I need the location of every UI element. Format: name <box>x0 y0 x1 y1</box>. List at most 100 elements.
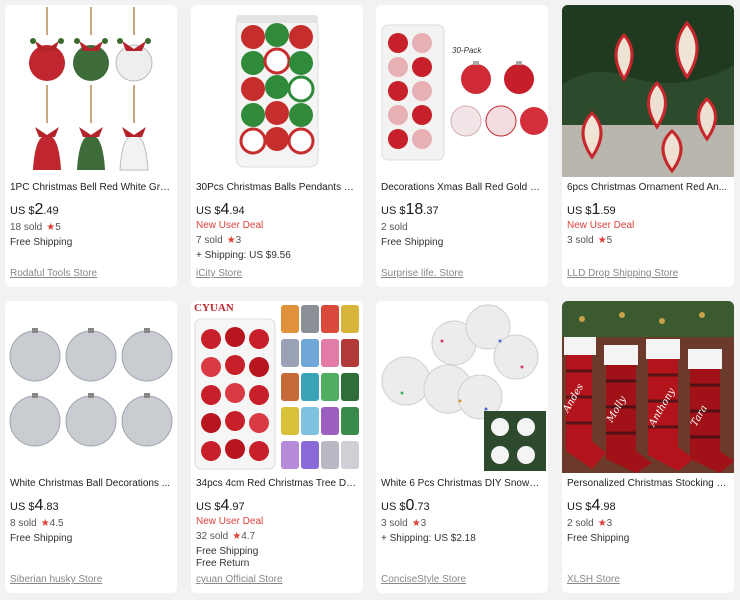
product-image[interactable] <box>5 301 177 473</box>
return-info: Free Return <box>196 558 250 569</box>
product-title[interactable]: 30Pcs Christmas Balls Pendants El... <box>196 181 358 195</box>
product-title[interactable]: Decorations Xmas Ball Red Gold Si... <box>381 181 543 195</box>
product-title[interactable]: 34pcs 4cm Red Christmas Tree De... <box>196 477 358 491</box>
store-link[interactable]: LLD Drop Shipping Store <box>567 268 678 279</box>
shipping-info: + Shipping: US $9.56 <box>196 250 291 261</box>
store-link[interactable]: Siberian husky Store <box>10 574 102 585</box>
red-balls-30pack-icon: 30-Pack <box>376 5 548 177</box>
red-green-balls-tube-icon <box>191 5 363 177</box>
product-grid: 1PC Christmas Bell Red White Gre... US $… <box>0 0 740 600</box>
product-image[interactable] <box>562 5 734 177</box>
product-price: US $4.83 <box>10 497 172 515</box>
sold-count: 3 sold <box>567 235 594 246</box>
sold-rating: 3 sold ★5 <box>567 234 729 247</box>
product-image[interactable]: CYUAN <box>191 301 363 473</box>
store-link[interactable]: XLSH Store <box>567 574 620 585</box>
star-icon: ★ <box>226 235 236 246</box>
price-decimal: .98 <box>600 501 616 513</box>
product-info: 1PC Christmas Bell Red White Gre... US $… <box>10 181 172 287</box>
onion-ornaments-icon <box>562 5 734 177</box>
shipping-info: Free Shipping <box>567 533 630 544</box>
price-decimal: .49 <box>43 205 59 217</box>
price-decimal: .73 <box>414 501 430 513</box>
sold-count: 7 sold <box>196 235 223 246</box>
product-card[interactable]: 30Pcs Christmas Balls Pendants El... US … <box>191 5 363 287</box>
product-price: US $1.59 <box>567 201 729 219</box>
store-link[interactable]: iCity Store <box>196 268 242 279</box>
cyuan-balls-icon: CYUAN <box>191 301 363 473</box>
rating-value: 3 <box>606 518 613 529</box>
star-icon: ★ <box>232 531 242 542</box>
product-info: Personalized Christmas Stocking H... US … <box>567 477 729 593</box>
store-link[interactable]: ConciseStyle Store <box>381 574 466 585</box>
store-link[interactable]: Surprise life. Store <box>381 268 463 279</box>
product-card[interactable]: 30-Pack Decorations Xmas Ball Red Gold S… <box>376 5 548 287</box>
product-image[interactable]: 30-Pack <box>376 5 548 177</box>
product-info: White 6 Pcs Christmas DIY Snowba... US $… <box>381 477 543 593</box>
new-user-deal: New User Deal <box>196 516 264 527</box>
price-decimal: .97 <box>229 501 245 513</box>
sold-count: 3 sold <box>381 518 408 529</box>
store-link[interactable]: Rodaful Tools Store <box>10 268 97 279</box>
product-title[interactable]: 6pcs Christmas Ornament Red An... <box>567 181 729 195</box>
shipping-info: Free Shipping <box>196 546 259 557</box>
product-title[interactable]: White 6 Pcs Christmas DIY Snowba... <box>381 477 543 491</box>
product-title[interactable]: Personalized Christmas Stocking H... <box>567 477 729 491</box>
product-card[interactable]: 6pcs Christmas Ornament Red An... US $1.… <box>562 5 734 287</box>
price-currency: US $ <box>10 205 35 217</box>
product-title[interactable]: 1PC Christmas Bell Red White Gre... <box>10 181 172 195</box>
new-user-deal: New User Deal <box>196 220 264 231</box>
rating-value: 3 <box>420 518 427 529</box>
price-currency: US $ <box>567 501 592 513</box>
product-card[interactable]: White Christmas Ball Decorations ... US … <box>5 301 177 593</box>
product-image[interactable] <box>376 301 548 473</box>
sold-count: 8 sold <box>10 518 37 529</box>
new-user-deal: New User Deal <box>567 220 635 231</box>
shipping-info: Free Shipping <box>10 237 73 248</box>
shipping-info: + Shipping: US $2.18 <box>381 533 476 544</box>
sold-count: 2 sold <box>567 518 594 529</box>
product-card[interactable]: CYUAN 34pcs 4cm Red Christmas Tree De...… <box>191 301 363 593</box>
pack-badge: 30-Pack <box>452 46 482 55</box>
price-decimal: .37 <box>423 205 439 217</box>
rating-value: 4.7 <box>241 531 256 542</box>
product-card[interactable]: 1PC Christmas Bell Red White Gre... US $… <box>5 5 177 287</box>
product-info: 6pcs Christmas Ornament Red An... US $1.… <box>567 181 729 287</box>
bells-icon <box>5 5 177 177</box>
sold-count: 32 sold <box>196 531 229 542</box>
rating-value: 5 <box>55 222 61 233</box>
product-price: US $4.97 <box>196 497 358 515</box>
silver-balls-icon <box>5 301 177 473</box>
product-card[interactable]: White 6 Pcs Christmas DIY Snowba... US $… <box>376 301 548 593</box>
price-currency: US $ <box>567 205 592 217</box>
price-decimal: .59 <box>600 205 616 217</box>
product-price: US $0.73 <box>381 497 543 515</box>
product-info: White Christmas Ball Decorations ... US … <box>10 477 172 593</box>
product-info: 34pcs 4cm Red Christmas Tree De... US $4… <box>196 477 358 593</box>
rating-value: 4.5 <box>49 518 64 529</box>
shipping-info: Free Shipping <box>381 237 444 248</box>
product-price: US $4.98 <box>567 497 729 515</box>
sold-count: 18 sold <box>10 222 43 233</box>
sold-rating: 18 sold ★5 <box>10 221 172 234</box>
sold-rating: 32 sold ★4.7 <box>196 530 358 543</box>
product-card[interactable]: Andes Molly Anthony Tara Personalized Ch… <box>562 301 734 593</box>
price-currency: US $ <box>10 501 35 513</box>
shipping-info: Free Shipping <box>10 533 73 544</box>
price-currency: US $ <box>196 501 221 513</box>
brand-badge: CYUAN <box>194 302 234 314</box>
star-icon: ★ <box>411 518 421 529</box>
sold-rating: 3 sold ★3 <box>381 517 543 530</box>
product-image[interactable]: Andes Molly Anthony Tara <box>562 301 734 473</box>
product-price: US $2.49 <box>10 201 172 219</box>
product-info: Decorations Xmas Ball Red Gold Si... US … <box>381 181 543 287</box>
white-snowballs-icon <box>376 301 548 473</box>
product-price: US $4.94 <box>196 201 358 219</box>
product-price: US $18.37 <box>381 201 543 219</box>
rating-value: 3 <box>235 235 242 246</box>
product-image[interactable] <box>191 5 363 177</box>
product-title[interactable]: White Christmas Ball Decorations ... <box>10 477 172 491</box>
product-image[interactable] <box>5 5 177 177</box>
store-link[interactable]: cyuan Official Store <box>196 574 283 585</box>
sold-rating: 7 sold ★3 <box>196 234 358 247</box>
